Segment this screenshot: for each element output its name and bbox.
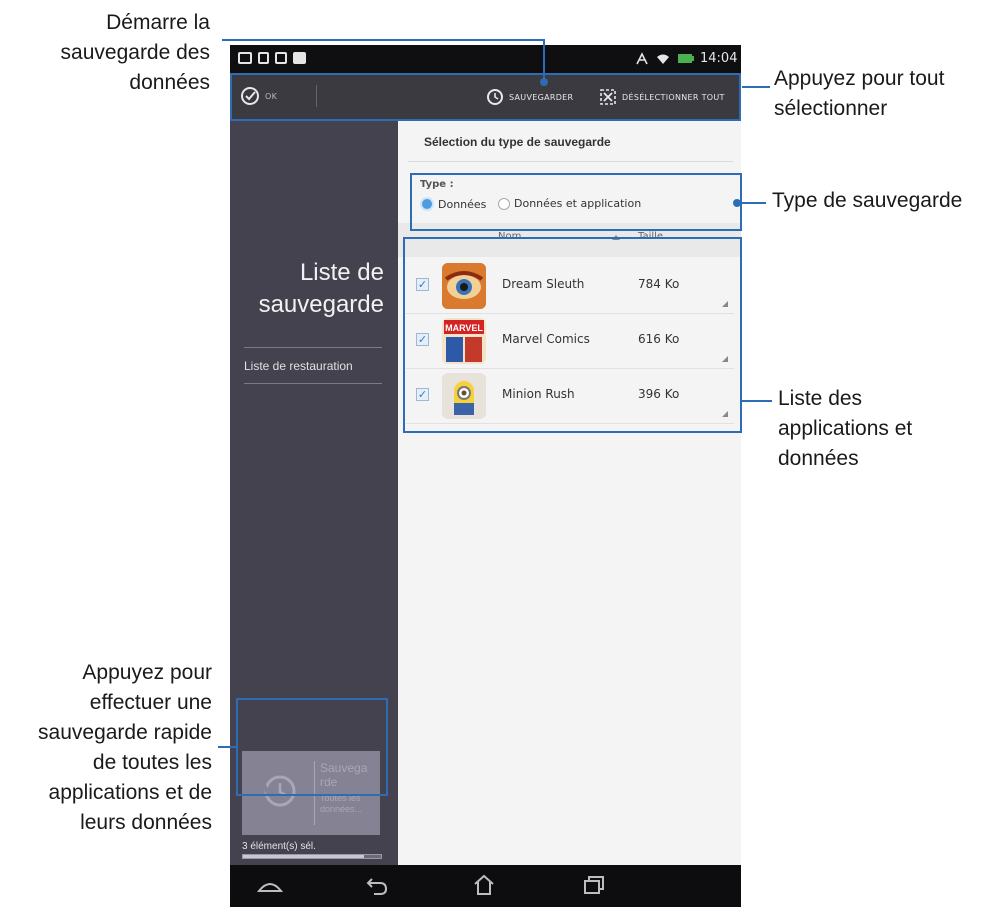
back-icon[interactable] bbox=[256, 875, 284, 897]
highlight-quick-backup bbox=[236, 698, 388, 796]
section-title: Sélection du type de sauvegarde bbox=[424, 135, 611, 149]
antenna-icon bbox=[636, 52, 648, 65]
sidebar-divider bbox=[244, 347, 382, 348]
connector-start-backup-dot bbox=[540, 78, 548, 86]
storage-bar bbox=[242, 854, 382, 859]
connector-app-list bbox=[742, 400, 772, 402]
edit-icon bbox=[275, 52, 287, 64]
highlight-backup-type bbox=[410, 173, 742, 231]
connector-start-backup-h bbox=[222, 39, 545, 41]
sidebar-item-restore-list[interactable]: Liste de restauration bbox=[244, 359, 353, 373]
connector-quick-backup bbox=[218, 746, 236, 748]
wifi-icon bbox=[657, 54, 669, 64]
home-icon[interactable] bbox=[472, 873, 496, 897]
callout-app-list: Liste des applications et données bbox=[778, 387, 913, 470]
connector-select-all bbox=[742, 86, 770, 88]
callout-select-all: Appuyez pour tout sélectionner bbox=[774, 67, 945, 120]
section-divider bbox=[408, 161, 733, 162]
connector-start-backup-v bbox=[543, 39, 545, 82]
notification-icon bbox=[238, 52, 252, 64]
callout-quick-backup: Appuyez pour effectuer une sauvegarde ra… bbox=[38, 661, 212, 834]
highlight-app-list bbox=[403, 237, 742, 433]
navigation-bar bbox=[230, 865, 741, 907]
sd-card-icon bbox=[258, 52, 269, 64]
callout-backup-type: Type de sauvegarde bbox=[772, 189, 963, 212]
status-bar: 14:04 bbox=[230, 45, 741, 73]
battery-icon bbox=[678, 54, 694, 63]
callout-start-backup: Démarre la sauvegarde des données bbox=[60, 11, 210, 94]
highlight-action-bar bbox=[230, 73, 741, 121]
play-icon bbox=[293, 52, 306, 64]
storage-bar-fill bbox=[243, 855, 364, 858]
connector-backup-type-dot bbox=[733, 199, 741, 207]
recent-apps-icon[interactable] bbox=[582, 874, 606, 896]
selected-count: 3 élément(s) sél. bbox=[242, 841, 316, 852]
sidebar-divider-2 bbox=[244, 383, 382, 384]
status-time: 14:04 bbox=[700, 51, 738, 66]
sidebar-title: Liste de sauvegarde bbox=[258, 259, 384, 318]
return-icon[interactable] bbox=[366, 875, 390, 897]
